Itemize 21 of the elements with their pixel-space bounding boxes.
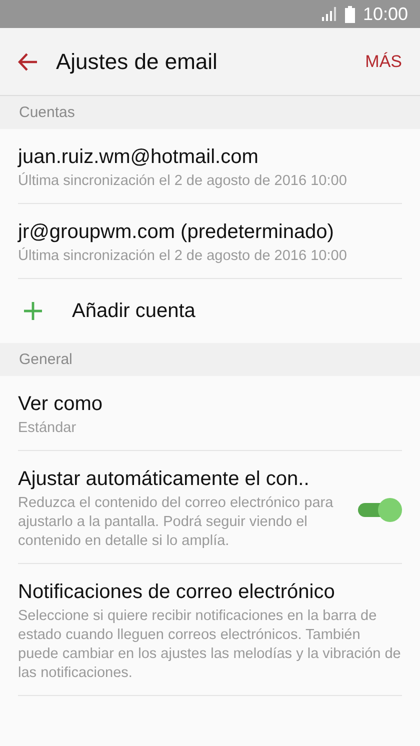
battery-icon — [344, 6, 355, 22]
status-time: 10:00 — [362, 4, 408, 24]
section-header: Cuentas — [19, 104, 75, 121]
setting-description: Reduzca el contenido del correo electrónico para ajustarlo a la pantalla. Podrá seguir viendo el contenido en detalle si lo amplía. — [18, 494, 334, 551]
account-email: juan.ruiz.wm@hotmail.com — [18, 145, 260, 169]
sync-status: Última sincronización el 2 de agosto de 2016 10:00 — [18, 172, 348, 191]
add-account-link[interactable]: Añadir cuenta — [72, 299, 196, 323]
back-arrow-icon[interactable] — [18, 52, 38, 70]
signal-icon — [320, 7, 337, 21]
section-header: General — [19, 351, 72, 368]
setting-description: Estándar — [18, 419, 78, 438]
setting-title: Notificaciones de correo electrónico — [18, 580, 336, 604]
setting-description: Seleccione si quiere recibir notificaciones en la barra de estado cuando lleguen correos electrónicos. También puede cambiar en los ajustes las melodías y la vibración de las notificaciones. — [18, 607, 402, 683]
setting-title: Ver como — [18, 392, 104, 416]
sync-status: Última sincronización el 2 de agosto de 2016 10:00 — [18, 247, 348, 266]
setting-title: Ajustar automáticamente el con.. — [18, 467, 310, 491]
plus-icon — [24, 302, 42, 320]
screen-title: Ajustes de email — [56, 48, 218, 74]
more-button[interactable]: MÁS — [361, 48, 406, 76]
toggle-switch[interactable] — [358, 498, 402, 520]
account-email: jr@groupwm.com (predeterminado) — [18, 220, 335, 244]
